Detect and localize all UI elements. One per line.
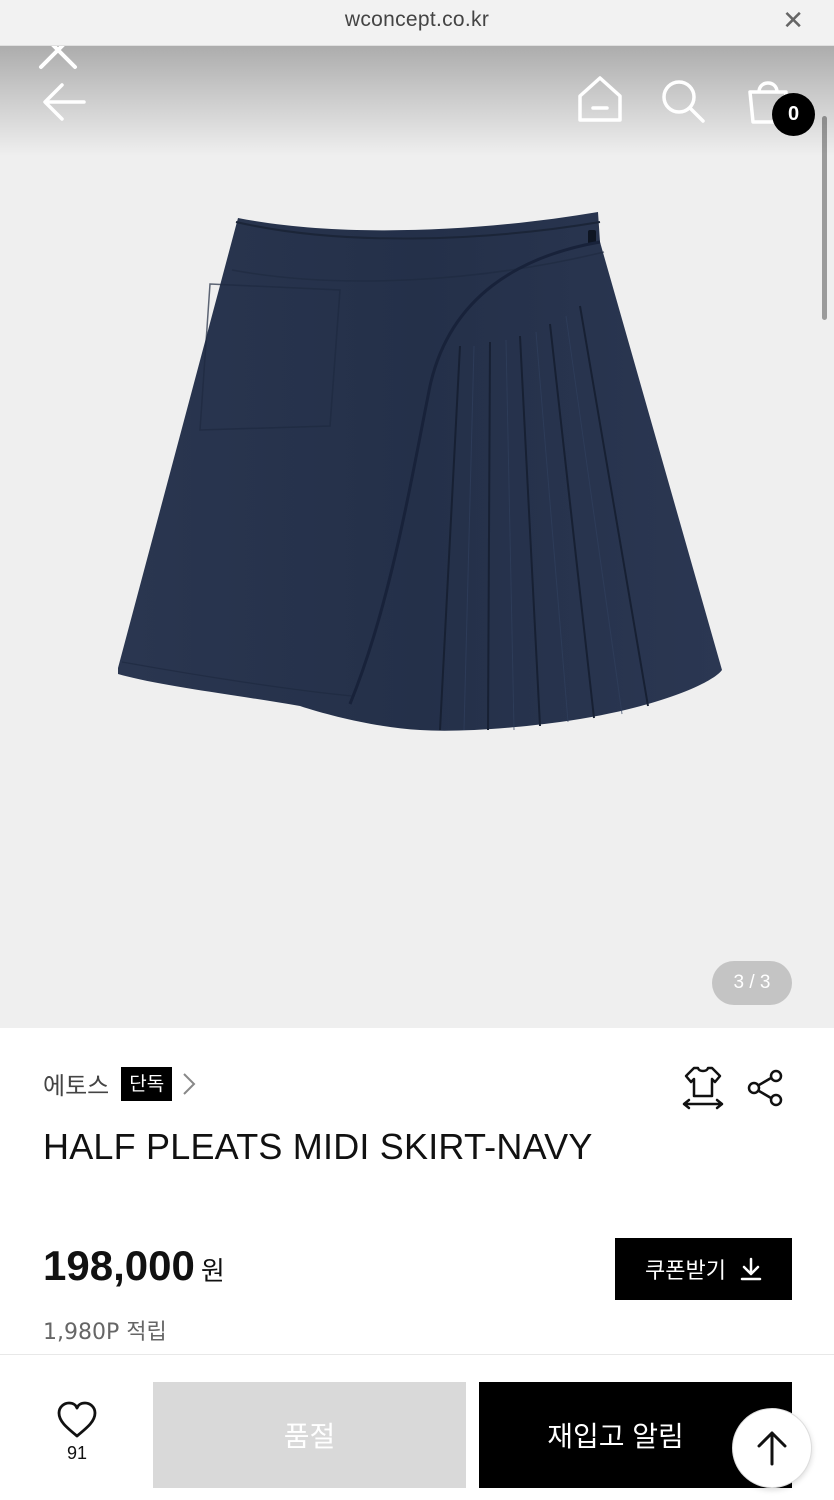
currency-unit: 원 (200, 1257, 225, 1287)
back-arrow-icon[interactable] (42, 82, 86, 122)
search-icon[interactable] (660, 78, 706, 124)
coupon-button-label: 쿠폰받기 (645, 1258, 726, 1283)
bottom-action-bar: 91 품절 재입고 알림 (0, 1354, 834, 1500)
share-icon[interactable] (746, 1068, 786, 1108)
soldout-button[interactable]: 품절 (153, 1382, 466, 1488)
size-guide-icon[interactable] (680, 1064, 726, 1110)
image-page-counter: 3 / 3 (712, 961, 792, 1005)
scroll-to-top-button[interactable] (732, 1408, 812, 1488)
header-shade (0, 46, 834, 156)
home-icon[interactable] (577, 74, 623, 124)
wishlist-count: 91 (66, 1443, 88, 1463)
arrow-up-icon (757, 1431, 787, 1466)
download-icon (740, 1257, 762, 1281)
price-row: 198,000 원 (43, 1242, 225, 1290)
product-price: 198,000 (43, 1242, 195, 1289)
reward-points: 1,980P 적립 (43, 1320, 167, 1345)
product-image-gallery[interactable]: 0 3 / 3 (0, 46, 834, 1028)
browser-close-icon[interactable]: ✕ (782, 6, 804, 36)
scrollbar[interactable] (822, 116, 827, 320)
close-icon[interactable] (38, 46, 78, 70)
chevron-right-icon[interactable] (182, 1072, 196, 1096)
download-coupon-button[interactable]: 쿠폰받기 (615, 1238, 792, 1300)
browser-url-bar: wconcept.co.kr ✕ (0, 0, 834, 46)
product-info: 에토스 단독 HALF PLEATS MIDI SKIRT-NAVY 198,0… (0, 1028, 834, 1354)
exclusive-badge: 단독 (121, 1066, 173, 1101)
brand-name[interactable]: 에토스 (43, 1066, 109, 1101)
cart-count-badge: 0 (772, 93, 815, 136)
wishlist-button[interactable]: 91 (42, 1401, 112, 1471)
product-image (118, 212, 722, 731)
url-text[interactable]: wconcept.co.kr (0, 8, 834, 32)
heart-icon (57, 1401, 97, 1438)
brand-row[interactable]: 에토스 단독 (43, 1066, 196, 1101)
product-title: HALF PLEATS MIDI SKIRT-NAVY (43, 1126, 593, 1167)
